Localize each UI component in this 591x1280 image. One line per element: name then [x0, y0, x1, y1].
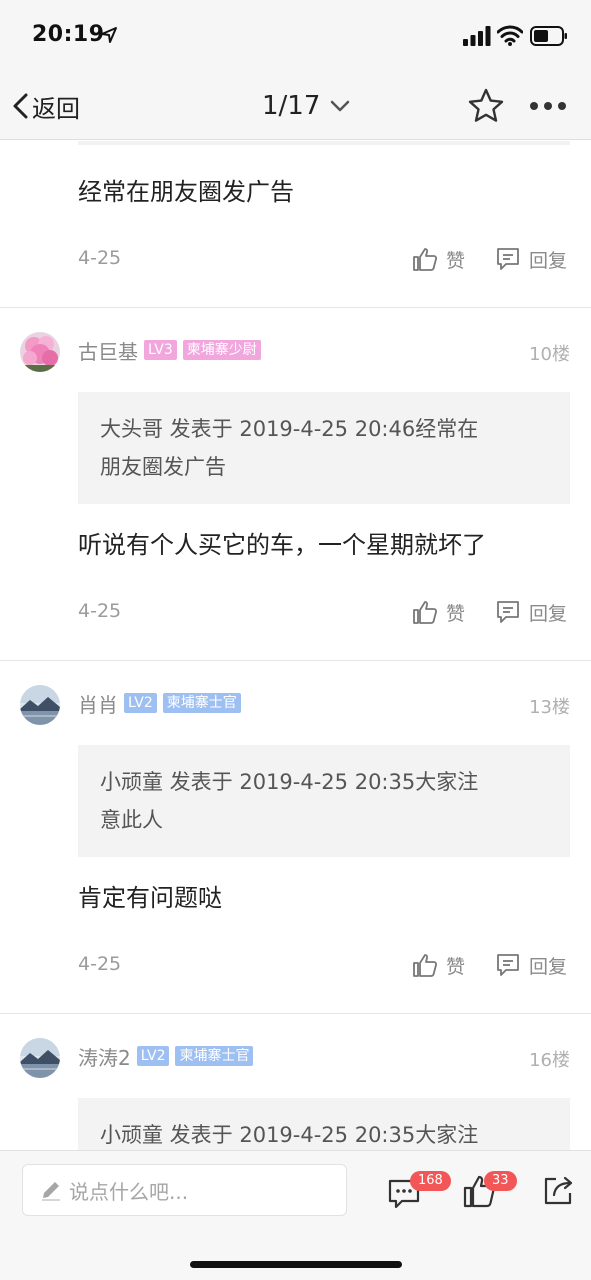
reply-text: 听说有个人买它的车，一个星期就坏了: [78, 531, 486, 559]
quote-text-line: 小顽童 发表于 2019-4-25 20:35大家注: [100, 770, 479, 794]
avatar[interactable]: [20, 685, 60, 725]
thread-content[interactable]: 经常在朋友圈发广告 4-25 赞 回复 古巨基 LV3 柬埔寨少尉 10楼 大头…: [0, 141, 591, 1150]
level-badge: LV3: [144, 340, 177, 360]
back-button[interactable]: 返回: [10, 86, 80, 126]
post-date: 4-25: [78, 247, 122, 269]
user-info-row: 肖肖 LV2 柬埔寨士官: [78, 688, 241, 718]
rank-title-badge: 柬埔寨士官: [175, 1046, 254, 1066]
nav-bar: 返回 1/17: [0, 72, 591, 140]
reply-button[interactable]: 回复: [495, 950, 567, 980]
quote-text-line: 小顽童 发表于 2019-4-25 20:35大家注: [100, 1123, 479, 1147]
status-time: 20:19: [32, 22, 105, 47]
quote-text-line: 意此人: [100, 808, 163, 832]
thumbs-up-icon: [413, 601, 438, 624]
quote-box[interactable]: 大头哥 发表于 2019-4-25 20:46经常在 朋友圈发广告: [78, 392, 570, 504]
reply-label: 回复: [529, 955, 568, 978]
share-icon[interactable]: [542, 1173, 576, 1207]
reply-button[interactable]: 回复: [495, 597, 567, 627]
landscape-avatar-image: [20, 1038, 60, 1078]
page-selector[interactable]: 1/17: [262, 86, 350, 126]
reply-text: 经常在朋友圈发广告: [78, 178, 294, 206]
status-bar: 20:19: [0, 0, 591, 72]
like-label: 赞: [446, 955, 466, 978]
comment-input[interactable]: 说点什么吧...: [22, 1164, 347, 1216]
rank-title-badge: 柬埔寨士官: [162, 693, 241, 713]
like-button[interactable]: 赞: [412, 950, 465, 980]
favorite-star-icon[interactable]: [466, 86, 506, 126]
battery-icon: [530, 26, 567, 46]
bottom-action-bar: 说点什么吧... 168 33: [0, 1150, 591, 1280]
more-options-icon[interactable]: [529, 92, 567, 120]
avatar[interactable]: [20, 332, 60, 372]
reply-button[interactable]: 回复: [495, 244, 567, 274]
like-button[interactable]: 赞: [412, 597, 465, 627]
like-count-badge: 33: [484, 1171, 517, 1191]
thumbs-up-icon: [413, 954, 438, 977]
post-date: 4-25: [78, 600, 122, 622]
flower-avatar-image: [20, 332, 60, 372]
post-item: 经常在朋友圈发广告 4-25 赞 回复: [0, 141, 591, 307]
quote-text-line: 朋友圈发广告: [100, 455, 226, 479]
post-item: 肖肖 LV2 柬埔寨士官 13楼 小顽童 发表于 2019-4-25 20:35…: [0, 661, 591, 1013]
like-label: 赞: [446, 602, 466, 625]
page-indicator-label: 1/17: [262, 91, 321, 121]
chevron-left-icon: [13, 93, 28, 119]
back-label: 返回: [32, 94, 80, 123]
wifi-icon: [497, 25, 523, 46]
username[interactable]: 肖肖: [78, 689, 118, 718]
reply-text: 肯定有问题哒: [78, 884, 222, 912]
comment-count-badge: 168: [410, 1171, 451, 1191]
floor-number: 13楼: [529, 697, 570, 718]
floor-number: 10楼: [529, 344, 570, 365]
comment-icon: [497, 601, 519, 623]
user-info-row: 涛涛2 LV2 柬埔寨士官: [78, 1041, 254, 1071]
like-button[interactable]: 赞: [412, 244, 465, 274]
user-info-row: 古巨基 LV3 柬埔寨少尉: [78, 335, 261, 365]
comment-icon: [497, 954, 519, 976]
landscape-avatar-image: [20, 685, 60, 725]
home-indicator: [190, 1261, 402, 1268]
post-item: 涛涛2 LV2 柬埔寨士官 16楼 小顽童 发表于 2019-4-25 20:3…: [0, 1014, 591, 1150]
location-arrow-icon: [101, 27, 117, 43]
post-date: 4-25: [78, 953, 122, 975]
chevron-down-icon: [331, 100, 350, 112]
floor-number: 16楼: [529, 1050, 570, 1071]
cellular-signal-icon: [463, 26, 491, 46]
avatar[interactable]: [20, 1038, 60, 1078]
like-label: 赞: [446, 249, 466, 272]
rank-title-badge: 柬埔寨少尉: [182, 340, 261, 360]
username[interactable]: 涛涛2: [78, 1042, 131, 1071]
level-badge: LV2: [136, 1046, 170, 1066]
comment-icon: [497, 248, 519, 270]
quote-box[interactable]: 小顽童 发表于 2019-4-25 20:35大家注: [78, 1098, 570, 1150]
pencil-icon: [42, 1182, 60, 1201]
quote-text-line: 大头哥 发表于 2019-4-25 20:46经常在: [100, 417, 479, 441]
username[interactable]: 古巨基: [78, 336, 138, 365]
level-badge: LV2: [124, 693, 157, 713]
input-placeholder: 说点什么吧...: [69, 1179, 189, 1204]
quote-box[interactable]: 小顽童 发表于 2019-4-25 20:35大家注 意此人: [78, 745, 570, 857]
post-item: 古巨基 LV3 柬埔寨少尉 10楼 大头哥 发表于 2019-4-25 20:4…: [0, 308, 591, 660]
thumbs-up-icon: [413, 248, 438, 271]
reply-label: 回复: [529, 602, 568, 625]
reply-label: 回复: [529, 249, 568, 272]
